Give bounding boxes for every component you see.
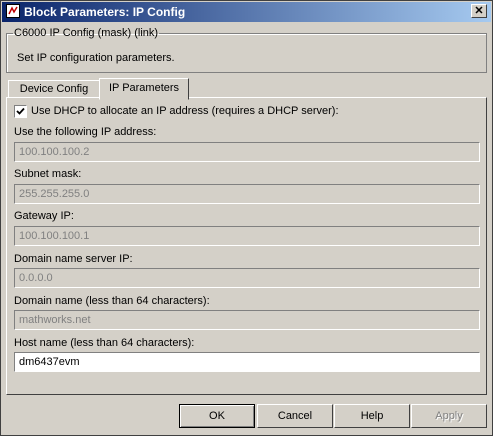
simulink-block-icon bbox=[6, 4, 20, 18]
dns-ip-field[interactable] bbox=[14, 268, 480, 288]
host-name-field[interactable] bbox=[14, 352, 480, 372]
apply-button[interactable]: Apply bbox=[411, 404, 487, 428]
title-bar[interactable]: Block Parameters: IP Config ✕ bbox=[2, 2, 491, 22]
subnet-mask-field[interactable] bbox=[14, 184, 480, 204]
ok-button[interactable]: OK bbox=[179, 404, 255, 428]
subnet-mask-label: Subnet mask: bbox=[14, 168, 82, 180]
dhcp-checkbox[interactable] bbox=[14, 105, 27, 118]
group-title: C6000 IP Config (mask) (link) bbox=[14, 27, 159, 39]
ip-address-field[interactable] bbox=[14, 142, 480, 162]
window-title: Block Parameters: IP Config bbox=[24, 5, 186, 19]
tab-device-config[interactable]: Device Config bbox=[8, 80, 100, 98]
tab-label: IP Parameters bbox=[108, 82, 180, 94]
tab-label: Device Config bbox=[19, 83, 89, 95]
ip-address-label: Use the following IP address: bbox=[14, 126, 157, 138]
domain-name-field[interactable] bbox=[14, 310, 480, 330]
domain-name-label: Domain name (less than 64 characters): bbox=[14, 295, 210, 307]
close-button[interactable]: ✕ bbox=[471, 4, 487, 18]
gateway-ip-label: Gateway IP: bbox=[14, 210, 74, 222]
help-button[interactable]: Help bbox=[334, 404, 410, 428]
checkmark-icon bbox=[16, 107, 25, 115]
dhcp-label: Use DHCP to allocate an IP address (requ… bbox=[31, 105, 339, 117]
dialog-window: Block Parameters: IP Config ✕ C6000 IP C… bbox=[0, 0, 493, 436]
dns-ip-label: Domain name server IP: bbox=[14, 253, 133, 265]
block-description: Set IP configuration parameters. bbox=[17, 52, 175, 64]
ip-parameters-panel: Use DHCP to allocate an IP address (requ… bbox=[6, 97, 487, 395]
cancel-button[interactable]: Cancel bbox=[257, 404, 333, 428]
tab-ip-parameters[interactable]: IP Parameters bbox=[99, 78, 189, 100]
close-icon: ✕ bbox=[474, 5, 484, 17]
gateway-ip-field[interactable] bbox=[14, 226, 480, 246]
host-name-label: Host name (less than 64 characters): bbox=[14, 337, 195, 349]
block-description-group: C6000 IP Config (mask) (link) bbox=[6, 27, 487, 73]
